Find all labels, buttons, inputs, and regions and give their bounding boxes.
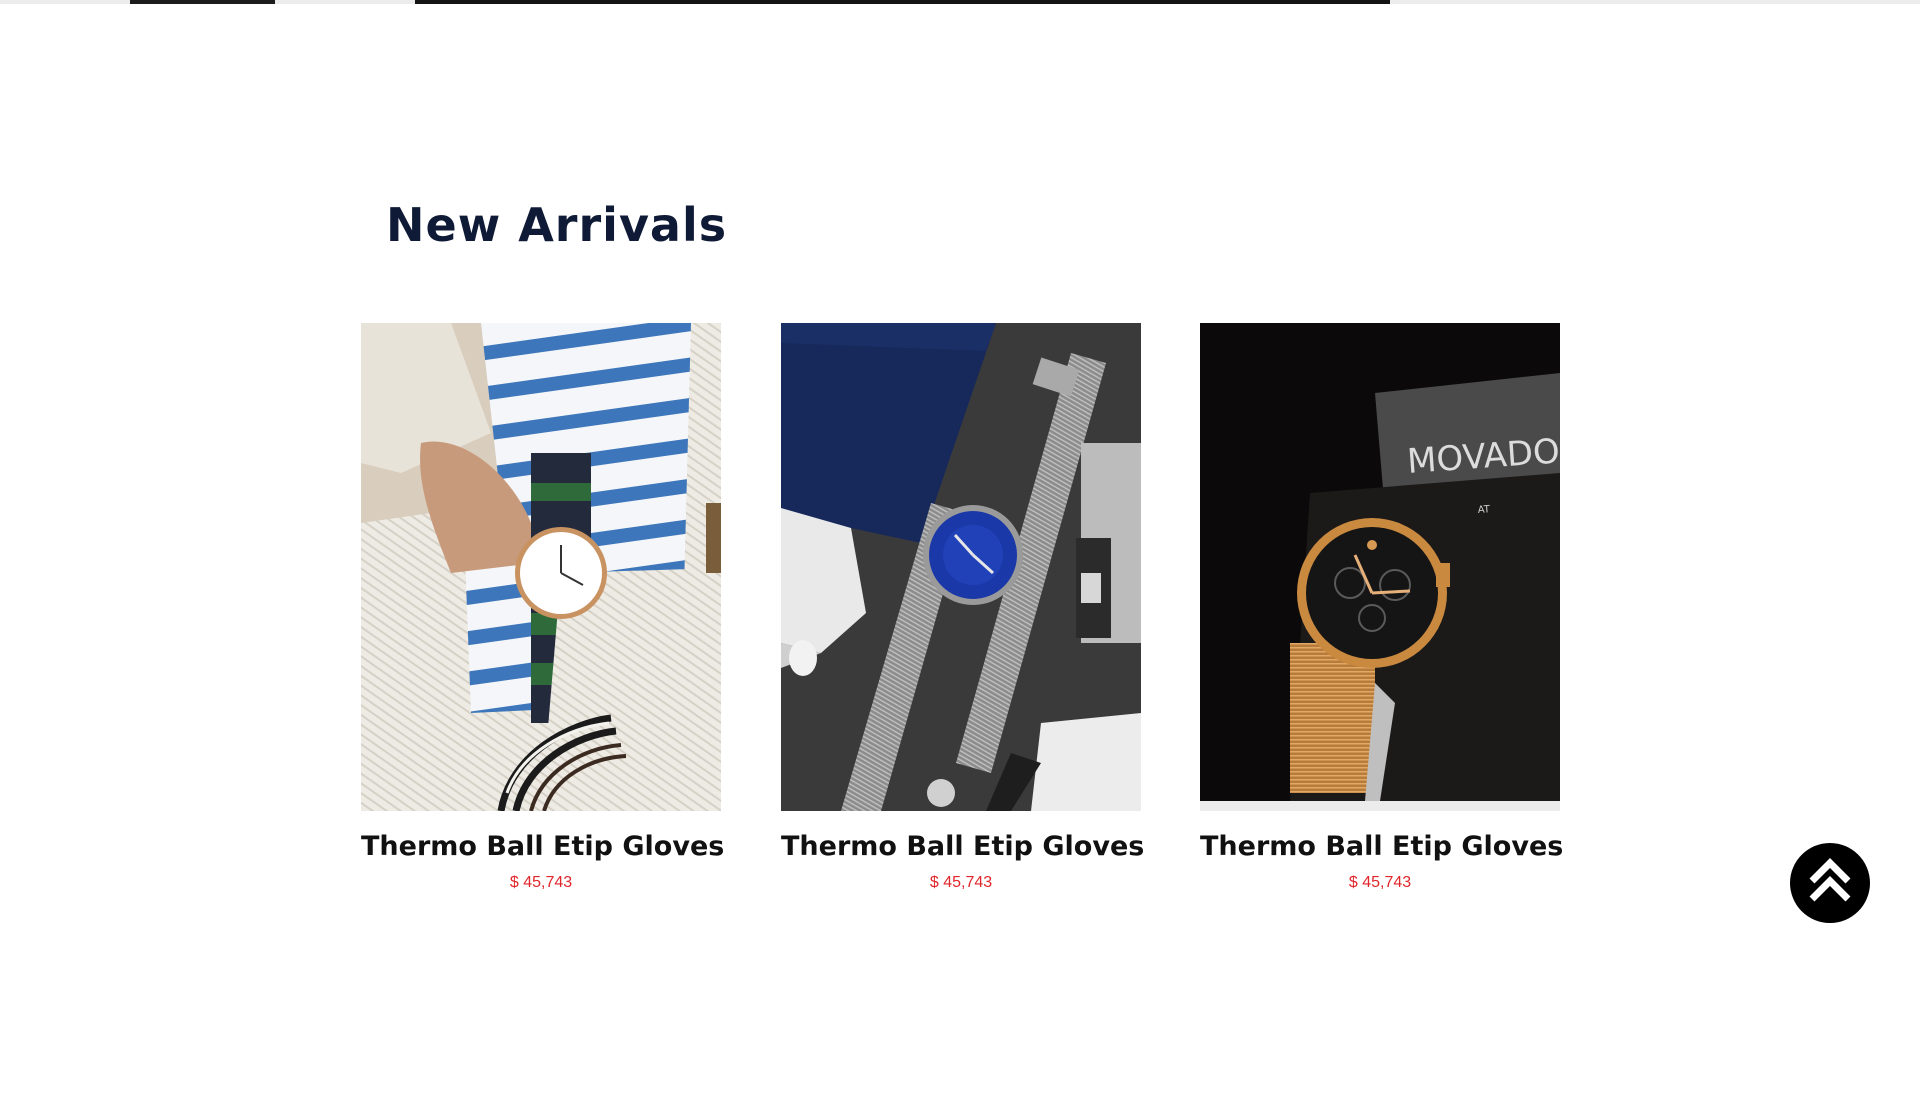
product-name[interactable]: Thermo Ball Etip Gloves — [781, 831, 1144, 862]
photo-brand-subtext: AT — [1477, 504, 1491, 516]
product-card: Thermo Ball Etip Gloves $ 45,743 — [361, 323, 724, 892]
double-chevron-up-icon — [1809, 858, 1851, 902]
product-price: $ 45,743 — [929, 874, 993, 891]
product-name[interactable]: Thermo Ball Etip Gloves — [361, 831, 724, 862]
product-card: Thermo Ball Etip Gloves $ 45,743 — [781, 323, 1144, 892]
product-name[interactable]: Thermo Ball Etip Gloves — [1200, 831, 1563, 862]
scroll-to-top-button[interactable] — [1790, 843, 1870, 923]
section-title: New Arrivals — [386, 198, 728, 252]
product-card: MOVADO AT Thermo Ball Etip Gloves $ 45,7… — [1200, 323, 1563, 892]
product-image-gold-watch[interactable]: MOVADO AT — [1200, 323, 1560, 811]
product-image-wrist-watch[interactable] — [361, 323, 721, 811]
previous-section-edge — [0, 0, 1920, 4]
page: New Arrivals Thermo Ball Etip Gloves $ 4… — [0, 0, 1920, 1104]
product-price: $ 45,743 — [509, 874, 573, 891]
product-price: $ 45,743 — [1348, 874, 1412, 891]
product-grid: Thermo Ball Etip Gloves $ 45,743 Thermo … — [361, 323, 1563, 913]
product-image-blue-watch[interactable] — [781, 323, 1141, 811]
